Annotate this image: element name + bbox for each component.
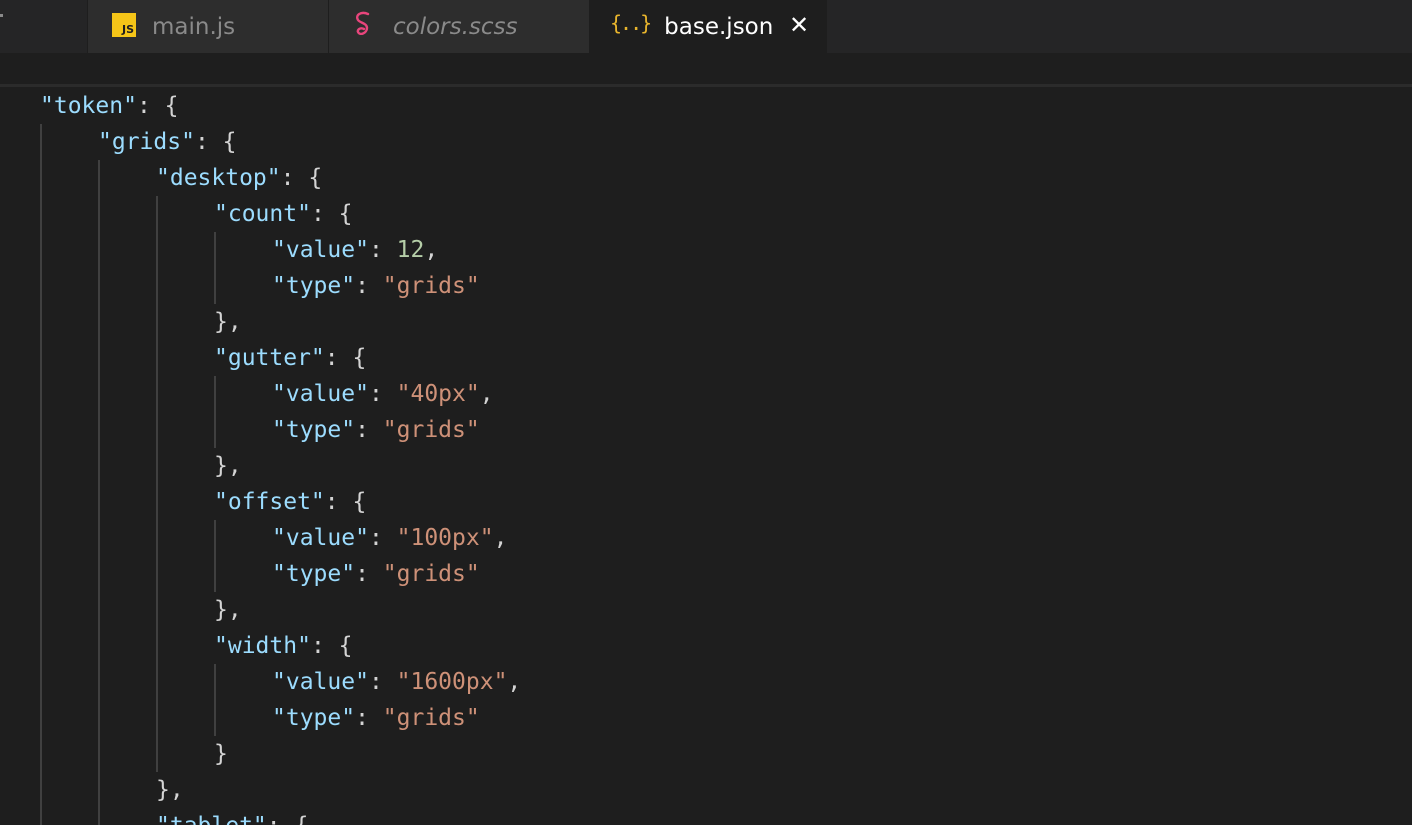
code-line[interactable]: "value": "40px",: [272, 376, 494, 412]
json-punctuation: :: [368, 237, 397, 263]
json-key: "gutter": [214, 345, 325, 371]
code-line[interactable]: "width": {: [214, 628, 352, 664]
json-string-value: "grids": [382, 561, 480, 587]
json-punctuation: : {: [136, 93, 179, 119]
tab-label: colors.scss: [393, 13, 518, 40]
json-string-value: "100px": [396, 525, 494, 551]
code-line[interactable]: "value": "100px",: [272, 520, 507, 556]
json-key: "value": [272, 669, 369, 695]
code-line[interactable]: "type": "grids": [272, 412, 480, 448]
json-punctuation: },: [214, 309, 242, 335]
tab-colors-scss[interactable]: colors.scss: [329, 0, 590, 53]
indent-guide: [98, 160, 100, 825]
js-file-icon: JS: [112, 12, 136, 37]
indent-guide: [214, 664, 216, 736]
json-file-icon: {..}: [610, 10, 652, 35]
code-line[interactable]: "value": "1600px",: [272, 664, 521, 700]
editor-tab-bar: JS main.js colors.scss {..} base.json ✕: [0, 0, 1412, 53]
code-line[interactable]: "grids": {: [98, 124, 236, 160]
json-key: "offset": [214, 489, 325, 515]
indent-guide: [214, 232, 216, 304]
json-punctuation: : {: [324, 345, 367, 371]
code-line[interactable]: },: [214, 304, 242, 340]
json-key: "value": [272, 237, 369, 263]
indent-guide: [214, 520, 216, 592]
code-line[interactable]: "value": 12,: [272, 232, 438, 268]
json-punctuation: :: [368, 381, 397, 407]
json-number-value: 12: [396, 237, 425, 263]
json-punctuation: },: [214, 453, 242, 479]
json-string-value: "40px": [396, 381, 480, 407]
json-punctuation: :: [368, 525, 397, 551]
indent-guide: [40, 124, 42, 825]
json-punctuation: : {: [310, 633, 353, 659]
json-key: "desktop": [156, 165, 281, 191]
code-line[interactable]: "type": "grids": [272, 700, 480, 736]
json-key: "type": [272, 273, 356, 299]
json-punctuation: },: [214, 597, 242, 623]
code-line[interactable]: "tablet": {: [156, 808, 308, 825]
json-punctuation: ,: [507, 669, 522, 695]
code-line[interactable]: "offset": {: [214, 484, 366, 520]
tab-overflow-edge[interactable]: [0, 0, 88, 53]
code-line[interactable]: },: [214, 592, 242, 628]
sass-file-icon: [356, 11, 370, 35]
indent-guide: [156, 196, 158, 772]
json-punctuation: :: [355, 417, 383, 443]
json-punctuation: :: [355, 561, 383, 587]
code-line[interactable]: "gutter": {: [214, 340, 366, 376]
json-string-value: "grids": [382, 273, 480, 299]
json-string-value: "1600px": [396, 669, 508, 695]
code-line[interactable]: "count": {: [214, 196, 352, 232]
json-key: "token": [40, 93, 137, 119]
json-string-value: "grids": [382, 417, 480, 443]
json-key: "type": [272, 417, 356, 443]
json-punctuation: :: [355, 273, 383, 299]
json-key: "count": [214, 201, 311, 227]
code-line[interactable]: }: [214, 736, 228, 772]
code-editor[interactable]: "token": {"grids": {"desktop": {"count":…: [0, 88, 1412, 825]
json-punctuation: : {: [194, 129, 237, 155]
json-punctuation: : {: [324, 489, 367, 515]
breadcrumb: [0, 53, 1412, 87]
json-punctuation: :: [355, 705, 383, 731]
json-key: "value": [272, 381, 369, 407]
code-line[interactable]: "type": "grids": [272, 556, 480, 592]
code-line[interactable]: "token": {: [40, 88, 178, 124]
code-line[interactable]: "desktop": {: [156, 160, 322, 196]
json-punctuation: },: [156, 777, 184, 803]
tab-base-json[interactable]: {..} base.json ✕: [590, 0, 827, 53]
json-punctuation: ,: [479, 381, 494, 407]
json-string-value: "grids": [382, 705, 480, 731]
json-key: "type": [272, 705, 356, 731]
code-line[interactable]: },: [214, 448, 242, 484]
json-punctuation: ,: [493, 525, 508, 551]
json-punctuation: : {: [267, 813, 309, 825]
code-line[interactable]: },: [156, 772, 184, 808]
json-punctuation: :: [368, 669, 397, 695]
json-punctuation: }: [214, 741, 228, 767]
json-key: "width": [214, 633, 311, 659]
indent-guide: [214, 376, 216, 448]
json-key: "type": [272, 561, 356, 587]
json-key: "value": [272, 525, 369, 551]
json-key: "grids": [98, 129, 195, 155]
tab-label: main.js: [152, 13, 236, 40]
tab-main-js[interactable]: JS main.js: [88, 0, 329, 53]
close-icon[interactable]: ✕: [786, 12, 812, 38]
json-punctuation: : {: [310, 201, 353, 227]
code-line[interactable]: "type": "grids": [272, 268, 480, 304]
json-punctuation: ,: [424, 237, 439, 263]
tab-edge-marker: [0, 14, 3, 17]
json-punctuation: : {: [280, 165, 323, 191]
json-key: "tablet": [156, 813, 267, 825]
tab-label: base.json: [664, 13, 774, 40]
